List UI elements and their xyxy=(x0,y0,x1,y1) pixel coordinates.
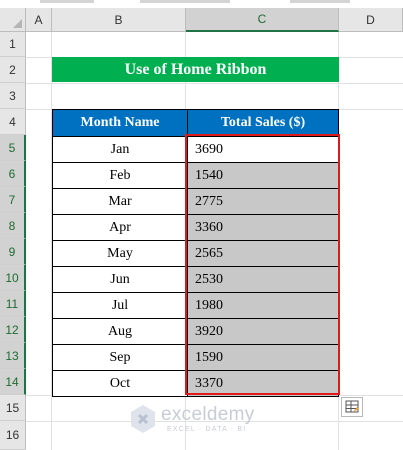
row-header-7[interactable]: 7 xyxy=(0,187,26,213)
row-header-6[interactable]: 6 xyxy=(0,161,26,187)
row-header-8[interactable]: 8 xyxy=(0,213,26,239)
row-header-15[interactable]: 15 xyxy=(0,395,26,421)
header-month-name[interactable]: Month Name xyxy=(52,109,188,137)
ribbon-edge xyxy=(140,0,230,3)
watermark-tagline: EXCEL · DATA · BI xyxy=(167,426,247,433)
sheet-title[interactable]: Use of Home Ribbon xyxy=(52,57,339,82)
column-header-b[interactable]: B xyxy=(52,8,186,32)
top-strip xyxy=(0,0,403,8)
ribbon-edge xyxy=(290,0,350,3)
row-header-13[interactable]: 13 xyxy=(0,343,26,369)
month-cell[interactable]: Jun xyxy=(52,266,188,293)
row-header-5[interactable]: 5 xyxy=(0,135,26,161)
exceldemy-logo-icon xyxy=(131,405,155,433)
grid-line xyxy=(26,83,403,84)
select-all-corner[interactable] xyxy=(0,8,26,32)
row-header-2[interactable]: 2 xyxy=(0,57,26,83)
header-total-sales[interactable]: Total Sales ($) xyxy=(187,109,339,137)
exceldemy-watermark: exceldemy EXCEL · DATA · BI xyxy=(129,402,269,436)
month-cell[interactable]: Sep xyxy=(52,344,188,371)
month-cell[interactable]: Apr xyxy=(52,214,188,241)
row-header-10[interactable]: 10 xyxy=(0,265,26,291)
quick-analysis-icon xyxy=(345,400,359,413)
month-cell[interactable]: Mar xyxy=(52,188,188,215)
row-header-4[interactable]: 4 xyxy=(0,109,26,135)
selection-range[interactable] xyxy=(185,134,340,395)
row-header-16[interactable]: 16 xyxy=(0,421,26,450)
month-cell[interactable]: May xyxy=(52,240,188,267)
row-header-12[interactable]: 12 xyxy=(0,317,26,343)
ribbon-edge xyxy=(40,0,94,3)
watermark-name: exceldemy xyxy=(161,404,255,425)
column-header-c[interactable]: C xyxy=(186,8,339,32)
month-cell[interactable]: Feb xyxy=(52,162,188,189)
row-header-1[interactable]: 1 xyxy=(0,32,26,57)
month-cell[interactable]: Jan xyxy=(52,136,188,163)
column-header-a[interactable]: A xyxy=(26,8,52,32)
row-header-9[interactable]: 9 xyxy=(0,239,26,265)
row-header-14[interactable]: 14 xyxy=(0,369,26,395)
quick-analysis-button[interactable] xyxy=(341,397,363,417)
month-cell[interactable]: Jul xyxy=(52,292,188,319)
column-header-d[interactable]: D xyxy=(339,8,403,32)
month-cell[interactable]: Oct xyxy=(52,370,188,397)
month-cell[interactable]: Aug xyxy=(52,318,188,345)
select-all-triangle-icon xyxy=(13,19,22,28)
row-header-3[interactable]: 3 xyxy=(0,83,26,109)
row-header-11[interactable]: 11 xyxy=(0,291,26,317)
